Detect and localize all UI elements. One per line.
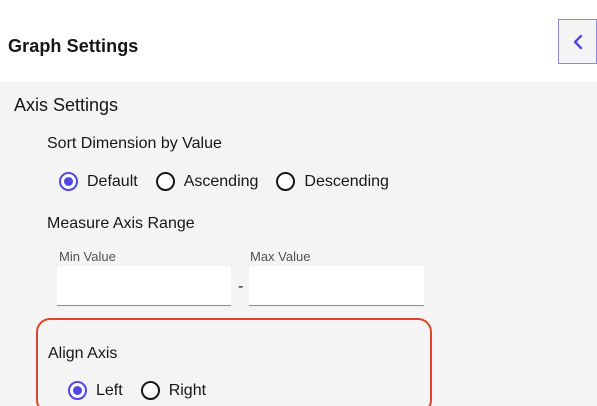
collapse-panel-button[interactable] xyxy=(558,19,597,64)
sort-radio-group: Default Ascending Descending xyxy=(59,172,407,191)
radio-selected-icon xyxy=(68,381,87,400)
radio-unselected-icon xyxy=(276,172,296,191)
radio-unselected-icon xyxy=(140,381,160,400)
align-axis-label: Align Axis xyxy=(48,345,118,362)
radio-selected-icon xyxy=(59,172,78,191)
sort-option-default[interactable]: Default xyxy=(59,172,138,191)
range-separator: - xyxy=(238,278,244,295)
align-option-right[interactable]: Right xyxy=(140,381,206,400)
measure-axis-range-label: Measure Axis Range xyxy=(47,215,195,232)
graph-settings-header: Graph Settings xyxy=(0,0,597,82)
page-title: Graph Settings xyxy=(8,36,139,56)
radio-unselected-icon xyxy=(155,172,175,191)
max-value-input[interactable] xyxy=(249,266,424,306)
align-option-left[interactable]: Left xyxy=(68,381,123,400)
align-radio-group: Left Right xyxy=(68,381,224,400)
sort-option-descending[interactable]: Descending xyxy=(276,172,389,191)
axis-settings-title: Axis Settings xyxy=(14,95,119,115)
min-value-input[interactable] xyxy=(57,266,231,306)
chevron-left-icon xyxy=(573,34,582,49)
max-value-label: Max Value xyxy=(250,249,311,264)
min-value-label: Min Value xyxy=(59,249,116,264)
sort-option-ascending[interactable]: Ascending xyxy=(155,172,258,191)
sort-dimension-label: Sort Dimension by Value xyxy=(47,135,222,152)
